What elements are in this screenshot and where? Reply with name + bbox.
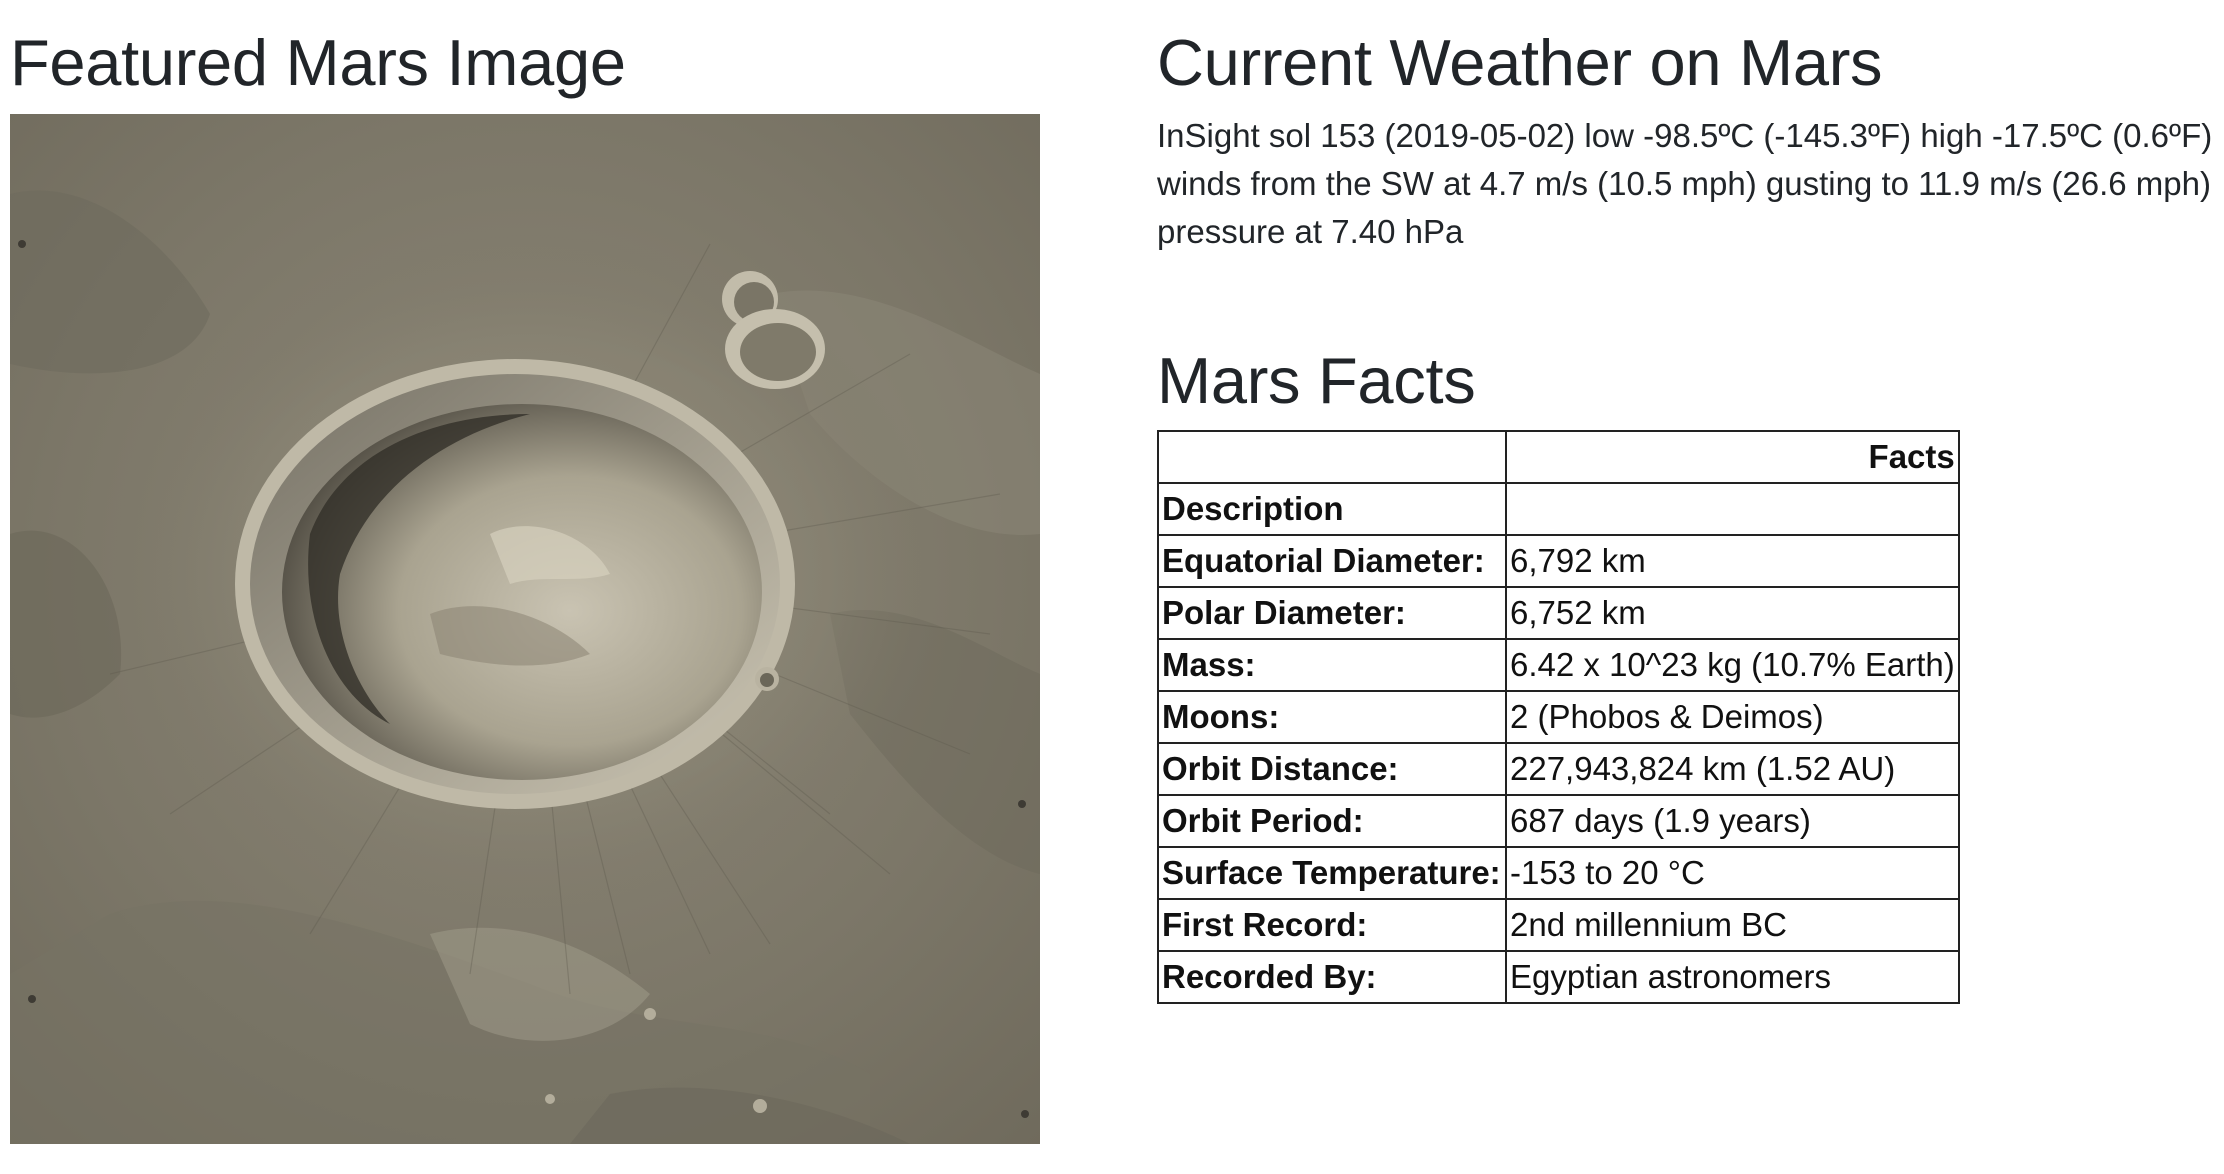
weather-title: Current Weather on Mars	[1157, 26, 1883, 99]
fact-label: Recorded By:	[1157, 950, 1507, 1004]
facts-index-empty	[1505, 482, 1960, 536]
fact-label: Surface Temperature:	[1157, 846, 1507, 900]
facts-index-label: Description	[1157, 482, 1507, 536]
featured-mars-image[interactable]	[10, 114, 1040, 1144]
weather-report: InSight sol 153 (2019-05-02) low -98.5ºC…	[1157, 117, 2213, 250]
fact-label: Equatorial Diameter:	[1157, 534, 1507, 588]
fact-value: 687 days (1.9 years)	[1505, 794, 1960, 848]
table-row: Mass: 6.42 x 10^23 kg (10.7% Earth)	[1157, 638, 1960, 692]
fact-label: Mass:	[1157, 638, 1507, 692]
fact-value: Egyptian astronomers	[1505, 950, 1960, 1004]
fact-value: 6,752 km	[1505, 586, 1960, 640]
fact-label: Orbit Distance:	[1157, 742, 1507, 796]
table-row: Surface Temperature: -153 to 20 °C	[1157, 846, 1960, 900]
featured-image-title: Featured Mars Image	[10, 26, 626, 99]
table-row: Orbit Period: 687 days (1.9 years)	[1157, 794, 1960, 848]
facts-title: Mars Facts	[1157, 344, 1476, 417]
fact-value: 2 (Phobos & Deimos)	[1505, 690, 1960, 744]
table-row: First Record: 2nd millennium BC	[1157, 898, 1960, 952]
facts-header-label	[1157, 430, 1507, 484]
table-row: Polar Diameter: 6,752 km	[1157, 586, 1960, 640]
facts-table: Facts Description Equatorial Diameter: 6…	[1157, 430, 1960, 1004]
facts-header-row: Facts	[1157, 430, 1960, 484]
fact-label: First Record:	[1157, 898, 1507, 952]
fact-label: Moons:	[1157, 690, 1507, 744]
table-row: Equatorial Diameter: 6,792 km	[1157, 534, 1960, 588]
table-row: Moons: 2 (Phobos & Deimos)	[1157, 690, 1960, 744]
facts-header-value: Facts	[1505, 430, 1960, 484]
page: Featured Mars Image Current Weather on M…	[0, 0, 2224, 1174]
fact-value: 227,943,824 km (1.52 AU)	[1505, 742, 1960, 796]
fact-value: 6.42 x 10^23 kg (10.7% Earth)	[1505, 638, 1960, 692]
table-row: Orbit Distance: 227,943,824 km (1.52 AU)	[1157, 742, 1960, 796]
fact-value: 6,792 km	[1505, 534, 1960, 588]
table-row: Recorded By: Egyptian astronomers	[1157, 950, 1960, 1004]
fact-value: -153 to 20 °C	[1505, 846, 1960, 900]
fact-value: 2nd millennium BC	[1505, 898, 1960, 952]
fact-label: Orbit Period:	[1157, 794, 1507, 848]
facts-index-row: Description	[1157, 482, 1960, 536]
fact-label: Polar Diameter:	[1157, 586, 1507, 640]
